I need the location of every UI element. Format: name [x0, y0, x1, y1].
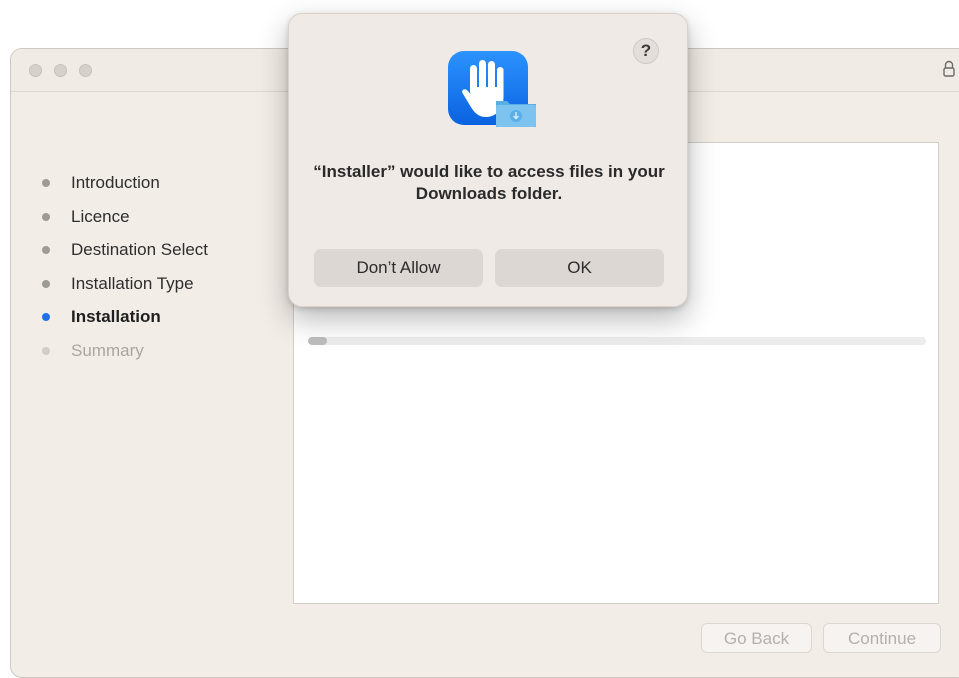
- help-button[interactable]: ?: [633, 38, 659, 64]
- step-bullet: [42, 346, 50, 355]
- access-permission-dialog: ? “Installer” would like to access files…: [288, 13, 688, 307]
- step-installation: Installation: [39, 306, 208, 340]
- step-bullet-current: [42, 313, 50, 321]
- installation-steps: Introduction Licence Destination Select …: [39, 172, 208, 373]
- step-bullet: [42, 212, 50, 221]
- step-introduction: Introduction: [39, 172, 208, 206]
- step-installation-type: Installation Type: [39, 273, 208, 307]
- step-destination-select: Destination Select: [39, 239, 208, 273]
- dont-allow-button[interactable]: Don’t Allow: [314, 249, 483, 287]
- step-bullet: [42, 246, 50, 254]
- close-window-button[interactable]: [29, 64, 42, 77]
- privacy-hand-icon: [448, 51, 536, 127]
- step-label: Installation: [71, 307, 161, 326]
- step-label: Introduction: [71, 173, 160, 192]
- ok-button[interactable]: OK: [495, 249, 664, 287]
- minimize-window-button[interactable]: [54, 64, 67, 77]
- dialog-message: “Installer” would like to access files i…: [313, 162, 665, 203]
- go-back-button[interactable]: Go Back: [701, 623, 812, 653]
- lock-icon: [943, 60, 955, 77]
- step-bullet: [42, 279, 50, 288]
- zoom-window-button[interactable]: [79, 64, 92, 77]
- continue-button[interactable]: Continue: [823, 623, 941, 653]
- step-label: Installation Type: [71, 273, 194, 293]
- step-bullet: [42, 179, 50, 187]
- step-label: Licence: [71, 206, 130, 226]
- step-licence: Licence: [39, 206, 208, 240]
- step-label: Destination Select: [71, 240, 209, 259]
- step-summary: Summary: [39, 340, 208, 374]
- installation-progress-bar: [308, 337, 926, 345]
- progress-fill: [308, 337, 327, 345]
- step-label: Summary: [71, 340, 144, 360]
